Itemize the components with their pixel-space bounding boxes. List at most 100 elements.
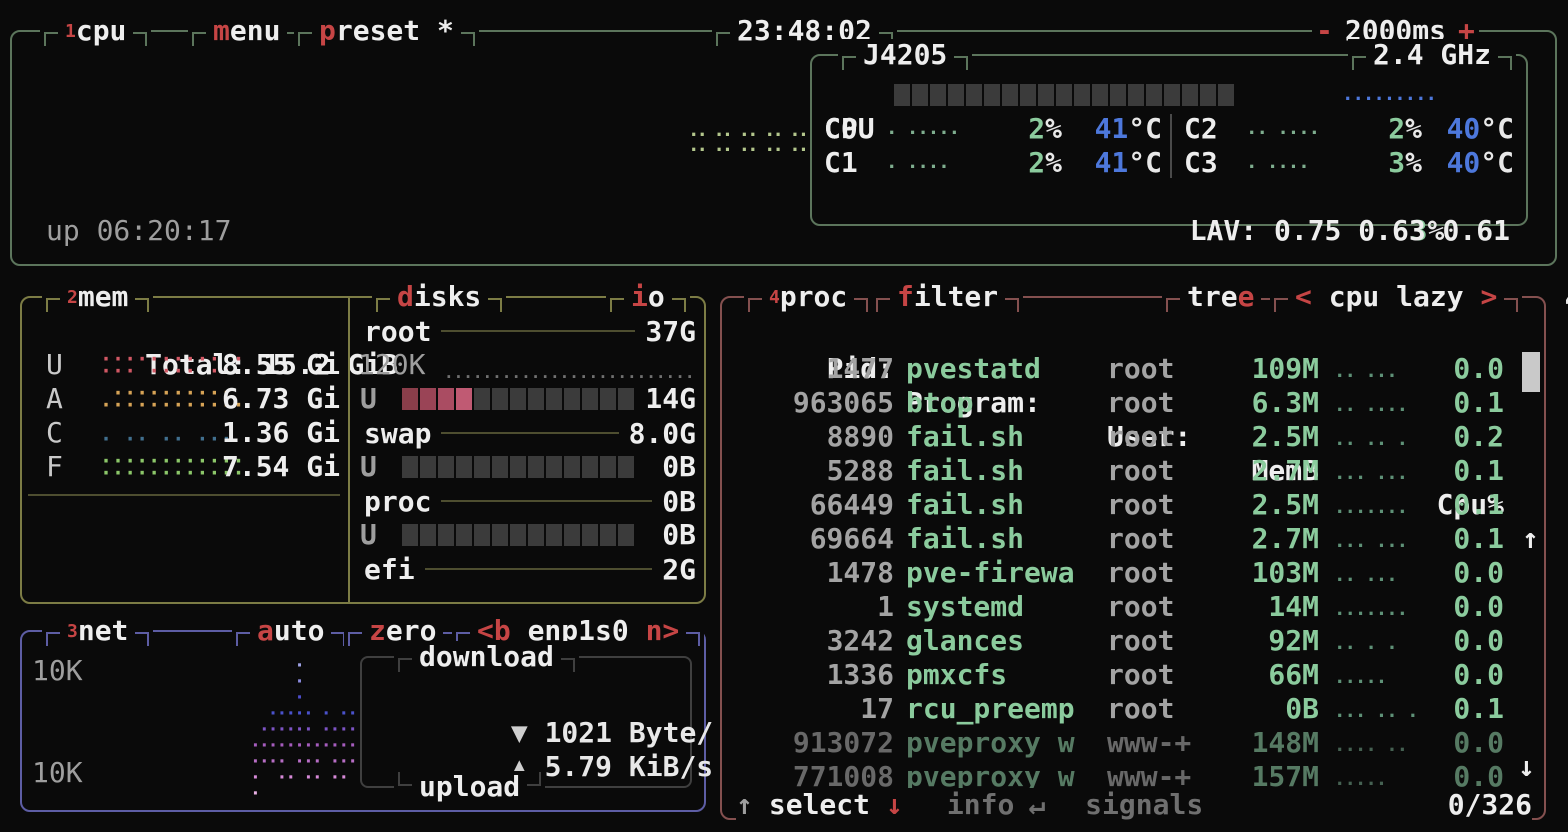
meter-block [1146, 84, 1162, 106]
download-speed: ▼ 1021 Byte/ [376, 682, 713, 716]
mem-row-value: 1.36 Gi [222, 416, 340, 450]
meter-block [582, 456, 598, 478]
meter-block [618, 456, 634, 478]
process-row[interactable]: 913072 pveproxy w www-+ 148M ···· ·· 0.0 [734, 726, 1522, 760]
preset-button[interactable]: preset * [294, 15, 479, 47]
upload-speed: ▲ 5.79 KiB/s [376, 716, 713, 750]
disk-name: root [364, 315, 431, 348]
process-row[interactable]: 1477 pvestatd root 109M ·· ··· 0.0 [734, 352, 1522, 386]
net-next-button[interactable]: n> [646, 616, 680, 646]
disk-header-line [425, 568, 653, 570]
process-mem: 6.3M [1204, 386, 1319, 420]
proc-scrollbar[interactable] [1522, 352, 1540, 392]
disks-toggle[interactable]: disks [372, 281, 506, 313]
sort-prev-button[interactable]: < [1295, 282, 1312, 312]
process-cpu: 0.1 [1424, 488, 1504, 522]
menu-button[interactable]: menu [188, 15, 305, 47]
uptime: up 06:20:17 [46, 214, 231, 248]
io-toggle[interactable]: io [606, 281, 690, 313]
disks-section: root 37G 120K ··························… [348, 298, 708, 602]
process-name: fail.sh [906, 522, 1024, 556]
process-row[interactable]: 8890 fail.sh root 2.5M ·· ·· · 0.2 [734, 420, 1522, 454]
core-id: C2 [1184, 112, 1218, 146]
process-mem: 92M [1204, 624, 1319, 658]
info-button[interactable]: info [947, 788, 1014, 822]
mem-box: 2mem disks io Total: 15.2 GiB U ········… [20, 296, 706, 604]
proc-rows: 1477 pvestatd root 109M ·· ··· 0.0 96306… [734, 352, 1522, 794]
cpu-temp-graph: ········· [1342, 82, 1436, 116]
sort-value: cpu lazy [1312, 282, 1481, 312]
meter-block [474, 524, 490, 546]
disk-used-meter [402, 524, 634, 546]
proc-tree-toggle[interactable]: tree [1162, 281, 1279, 313]
meter-block [564, 456, 580, 478]
process-pid: 1336 [734, 658, 894, 692]
process-cpu: 0.0 [1424, 658, 1504, 692]
meter-block [420, 388, 436, 410]
net-graph-row: · ·· ·· ·· [250, 770, 356, 786]
tab-mem[interactable]: 2mem [42, 281, 153, 313]
core-temp: 40°C [1404, 146, 1514, 180]
scroll-down-icon[interactable]: ↓ [1518, 750, 1535, 784]
mem-row-graph: · ·· ·· ··· [100, 421, 232, 445]
select-button[interactable]: select [769, 788, 870, 822]
meter-block [1218, 84, 1234, 106]
meter-block [492, 456, 508, 478]
process-pid: 1478 [734, 556, 894, 590]
select-up-icon[interactable]: ↑ [736, 788, 753, 822]
meter-block [564, 524, 580, 546]
meter-block [510, 388, 526, 410]
process-row[interactable]: 3242 glances root 92M ·· · · 0.0 [734, 624, 1522, 658]
cpu-frequency: 2.4 GHz [1348, 39, 1516, 71]
meter-block [420, 456, 436, 478]
process-cpu: 0.1 [1424, 522, 1504, 556]
cpu-core-row: C0 · ····· 2% 41°C [822, 112, 1166, 146]
process-name: pmxcfs [906, 658, 1007, 692]
signals-button[interactable]: signals [1085, 788, 1203, 822]
disk-io-row: 120K ·························· [358, 348, 698, 382]
mem-row: F ························ 7.54 Gi [44, 450, 340, 484]
process-mem: 2.5M [1204, 420, 1319, 454]
process-row[interactable]: 17 rcu_preemp root 0B ··· ·· · 0.1 [734, 692, 1522, 726]
process-row[interactable]: 963065 btop root 6.3M ·· ···· 0.1 [734, 386, 1522, 420]
mem-row-key: F [46, 450, 63, 484]
net-scale-top: 10K [32, 654, 83, 688]
process-user: root [1107, 352, 1174, 386]
meter-block [456, 456, 472, 478]
cpu-model-label: J4205 [838, 39, 972, 71]
meter-block [600, 456, 616, 478]
sort-next-button[interactable]: > [1480, 282, 1497, 312]
tab-cpu[interactable]: 1cpu [40, 15, 151, 47]
meter-block [1110, 84, 1126, 106]
proc-filter-button[interactable]: filter [872, 281, 1023, 313]
process-row[interactable]: 5288 fail.sh root 2.7M ··· ··· 0.1 [734, 454, 1522, 488]
process-pid: 69664 [734, 522, 894, 556]
process-cpu: 0.1 [1424, 692, 1504, 726]
meter-block [528, 388, 544, 410]
net-speed-box: download ▼ 1021 Byte/ ▲ 5.79 KiB/s uploa… [360, 656, 692, 788]
process-row[interactable]: 1336 pmxcfs root 66M ····· 0.0 [734, 658, 1522, 692]
meter-block [1182, 84, 1198, 106]
meter-block [1200, 84, 1216, 106]
core-temp: 41°C [1052, 146, 1162, 180]
scroll-up-icon[interactable]: ↑ [1522, 522, 1539, 556]
select-down-icon[interactable]: ↓ [886, 788, 903, 822]
meter-block [1074, 84, 1090, 106]
process-row[interactable]: 66449 fail.sh root 2.5M ······· 0.1 [734, 488, 1522, 522]
net-auto-toggle[interactable]: auto [232, 615, 349, 647]
interval-decrease-button[interactable]: - [1316, 16, 1333, 46]
meter-block [600, 524, 616, 546]
mem-row: A ······················ 6.73 Gi [44, 382, 340, 416]
process-row[interactable]: 1 systemd root 14M ······· 0.0 [734, 590, 1522, 624]
tab-proc[interactable]: 4proc [744, 281, 872, 313]
meter-block [402, 456, 418, 478]
process-pid: 913072 [734, 726, 894, 760]
tab-net[interactable]: 3net [42, 615, 153, 647]
process-row[interactable]: 69664 fail.sh root 2.7M ··· ··· 0.1 [734, 522, 1522, 556]
core-graph: · ···· [886, 150, 949, 184]
process-user: root [1107, 692, 1174, 726]
process-row[interactable]: 1478 pve-firewa root 103M ·· ··· 0.0 [734, 556, 1522, 590]
process-pid: 17 [734, 692, 894, 726]
meter-block [600, 388, 616, 410]
mem-row-key: A [46, 382, 63, 416]
